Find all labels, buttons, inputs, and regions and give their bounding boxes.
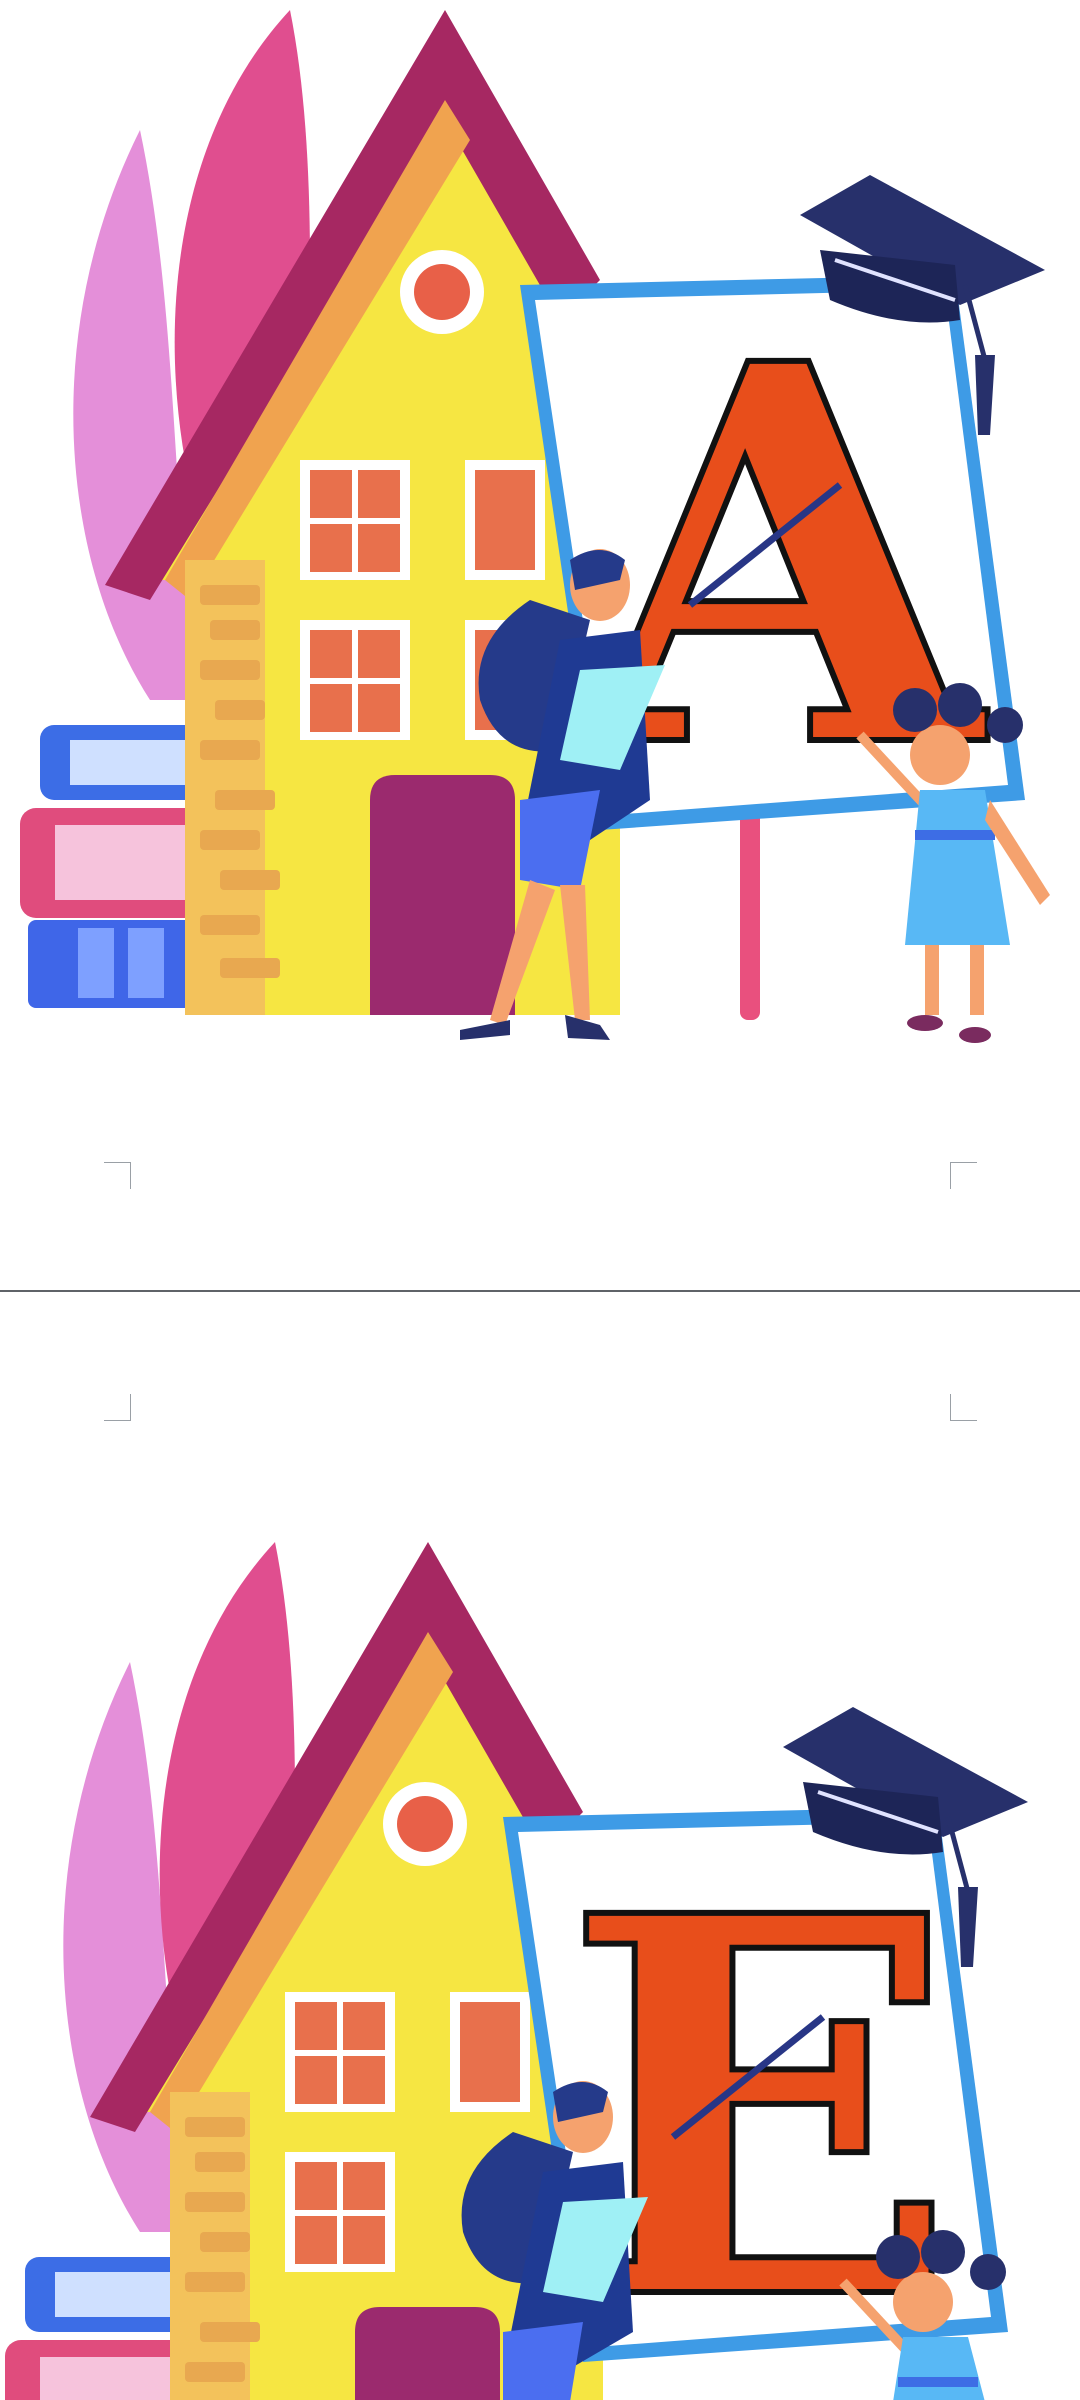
alphabet-illustration-e: E (5, 1542, 1028, 2400)
document-page-1: A (0, 0, 1080, 1290)
document-page-2: E (0, 1292, 1080, 2400)
alphabet-illustration-a: A (20, 10, 1050, 1043)
house-window (300, 620, 410, 740)
house-window (285, 2152, 395, 2272)
margin-corner-mark (950, 1162, 977, 1189)
house-window (300, 460, 410, 580)
margin-corner-mark (104, 1162, 131, 1189)
margin-corner-mark (950, 1394, 977, 1421)
house-window (285, 1992, 395, 2112)
margin-corner-mark (104, 1394, 131, 1421)
